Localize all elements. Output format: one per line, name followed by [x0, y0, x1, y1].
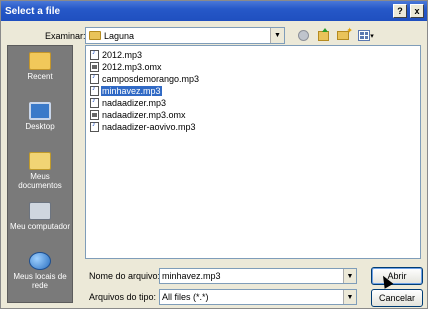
views-icon	[358, 30, 371, 41]
list-item[interactable]: 2012.mp3.omx	[90, 61, 416, 73]
file-type-value: All files (*.*)	[162, 292, 209, 302]
list-item[interactable]: 2012.mp3	[90, 49, 416, 61]
dialog-title: Select a file	[5, 5, 61, 17]
audio-file-icon	[90, 73, 99, 84]
place-label: Desktop	[25, 122, 55, 131]
file-type-select[interactable]: All files (*.*) ▼	[159, 289, 357, 305]
chevron-down-icon[interactable]: ▼	[343, 269, 356, 283]
file-name: 2012.mp3	[102, 50, 143, 60]
list-item-selected[interactable]: minhavez.mp3	[90, 85, 416, 97]
file-dialog: Select a file ? x Examinar: Laguna ▼ ▾ R…	[0, 0, 428, 309]
back-icon	[297, 30, 309, 41]
file-name: camposdemorango.mp3	[102, 74, 200, 84]
title-bar[interactable]: Select a file ? x	[1, 1, 427, 21]
look-in-dropdown[interactable]: Laguna ▼	[85, 27, 285, 44]
list-item[interactable]: nadaadizer-aovivo.mp3	[90, 121, 416, 133]
file-name-label: Nome do arquivo:	[89, 271, 161, 281]
audio-file-icon	[90, 121, 99, 132]
file-name-input[interactable]: minhavez.mp3 ▼	[159, 268, 357, 284]
views-menu-button[interactable]: ▾	[355, 28, 377, 43]
list-item[interactable]: camposdemorango.mp3	[90, 73, 416, 85]
back-button[interactable]	[295, 28, 311, 43]
open-button[interactable]: Abrir	[371, 267, 423, 285]
chevron-down-icon[interactable]: ▼	[270, 28, 284, 43]
up-folder-button[interactable]	[315, 27, 331, 43]
place-label: Meu computador	[9, 222, 71, 231]
chevron-down-icon: ▾	[370, 32, 374, 40]
dialog-toolbar: ▾	[295, 26, 377, 44]
omx-file-icon	[90, 62, 99, 72]
place-my-documents[interactable]: Meus documentos	[9, 152, 71, 202]
new-folder-icon	[337, 26, 353, 40]
place-label: Meus documentos	[18, 172, 62, 190]
recent-icon	[29, 52, 51, 70]
place-label: Recent	[27, 72, 53, 81]
desktop-icon	[29, 102, 51, 120]
audio-file-icon	[90, 85, 99, 96]
look-in-value: Laguna	[104, 30, 135, 41]
network-places-icon	[29, 252, 51, 270]
file-name: nadaadizer.mp3.omx	[102, 110, 186, 120]
my-documents-icon	[29, 152, 51, 170]
place-label: Meus locais de rede	[13, 272, 67, 290]
my-computer-icon	[29, 202, 51, 220]
places-bar: Recent Desktop Meus documentos Meu compu…	[7, 45, 73, 303]
file-name: 2012.mp3.omx	[102, 62, 162, 72]
folder-icon	[89, 31, 101, 40]
file-name: minhavez.mp3	[101, 86, 162, 96]
omx-file-icon	[90, 110, 99, 120]
up-folder-icon	[317, 27, 329, 41]
list-item[interactable]: nadaadizer.mp3.omx	[90, 109, 416, 121]
look-in-label: Examinar:	[45, 31, 86, 41]
file-name: nadaadizer.mp3	[102, 98, 167, 108]
file-type-label: Arquivos do tipo:	[89, 292, 157, 302]
place-desktop[interactable]: Desktop	[9, 102, 71, 152]
list-item[interactable]: nadaadizer.mp3	[90, 97, 416, 109]
audio-file-icon	[90, 49, 99, 60]
file-list[interactable]: 2012.mp3 2012.mp3.omx camposdemorango.mp…	[85, 45, 421, 259]
place-recent[interactable]: Recent	[9, 52, 71, 102]
chevron-down-icon[interactable]: ▼	[343, 290, 356, 304]
file-name: nadaadizer-aovivo.mp3	[102, 122, 196, 132]
place-network[interactable]: Meus locais de rede	[9, 252, 71, 302]
cancel-button[interactable]: Cancelar	[371, 289, 423, 307]
close-button[interactable]: x	[410, 4, 424, 18]
file-name-value: minhavez.mp3	[162, 271, 221, 281]
place-my-computer[interactable]: Meu computador	[9, 202, 71, 252]
new-folder-button[interactable]	[335, 26, 353, 43]
help-button[interactable]: ?	[393, 4, 407, 18]
audio-file-icon	[90, 97, 99, 108]
